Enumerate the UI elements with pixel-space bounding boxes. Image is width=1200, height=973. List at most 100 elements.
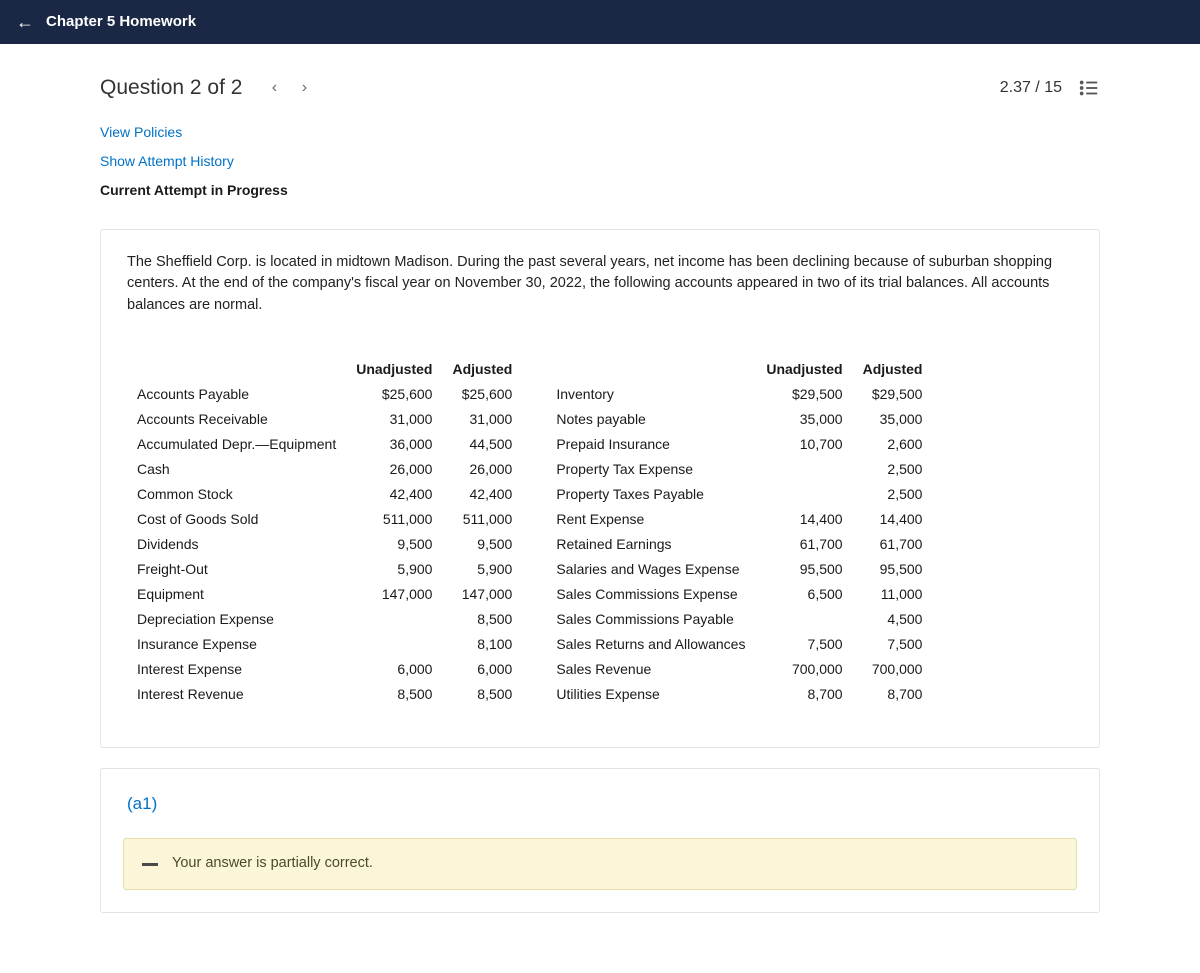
table-row: Prepaid Insurance10,7002,600 <box>546 432 932 457</box>
adjusted-value: 511,000 <box>442 507 522 532</box>
table-row: Inventory$29,500$29,500 <box>546 382 932 407</box>
account-name: Sales Commissions Expense <box>546 582 756 607</box>
question-header: Question 2 of 2 ‹ › 2.37 / 15 <box>100 68 1100 116</box>
unadjusted-value: $29,500 <box>756 382 852 407</box>
unadjusted-value: 511,000 <box>346 507 442 532</box>
unadjusted-value: 42,400 <box>346 482 442 507</box>
unadjusted-value: 6,500 <box>756 582 852 607</box>
account-name: Notes payable <box>546 407 756 432</box>
adjusted-value: 5,900 <box>442 557 522 582</box>
question-header-right: 2.37 / 15 <box>1000 76 1100 100</box>
question-list-icon[interactable] <box>1078 77 1100 99</box>
account-name: Accumulated Depr.—Equipment <box>127 432 346 457</box>
adjusted-value: 6,000 <box>442 657 522 682</box>
account-name: Property Taxes Payable <box>546 482 756 507</box>
unadjusted-value: 6,000 <box>346 657 442 682</box>
adjusted-value: 700,000 <box>853 657 933 682</box>
view-policies-link[interactable]: View Policies <box>100 118 1100 147</box>
unadjusted-value: 8,700 <box>756 682 852 707</box>
account-name: Equipment <box>127 582 346 607</box>
partial-correct-alert: Your answer is partially correct. <box>123 838 1077 890</box>
unadjusted-value <box>756 607 852 632</box>
account-name: Rent Expense <box>546 507 756 532</box>
adjusted-value: 95,500 <box>853 557 933 582</box>
unadjusted-value: 7,500 <box>756 632 852 657</box>
table-row: Cost of Goods Sold511,000511,000 <box>127 507 522 532</box>
unadjusted-value: 31,000 <box>346 407 442 432</box>
table-row: Sales Commissions Payable4,500 <box>546 607 932 632</box>
adjusted-value: 8,700 <box>853 682 933 707</box>
table-row: Sales Revenue700,000700,000 <box>546 657 932 682</box>
unadjusted-value: $25,600 <box>346 382 442 407</box>
back-arrow-icon[interactable]: ← <box>16 9 34 36</box>
alert-text: Your answer is partially correct. <box>172 853 373 875</box>
unadjusted-value: 14,400 <box>756 507 852 532</box>
table-row: Property Tax Expense 2,500 <box>546 457 932 482</box>
content: Question 2 of 2 ‹ › 2.37 / 15 View Polic… <box>100 44 1100 973</box>
adjusted-value: 2,500 <box>853 457 933 482</box>
account-name: Prepaid Insurance <box>546 432 756 457</box>
account-name: Common Stock <box>127 482 346 507</box>
accounts-table-left: Unadjusted Adjusted Accounts Payable$25,… <box>127 357 522 707</box>
adjusted-value: 4,500 <box>853 607 933 632</box>
part-card: (a1) Your answer is partially correct. <box>100 768 1100 913</box>
adjusted-value: 44,500 <box>442 432 522 457</box>
show-attempt-history-link[interactable]: Show Attempt History <box>100 147 1100 176</box>
table-row: Dividends9,5009,500 <box>127 532 522 557</box>
unadjusted-value <box>346 607 442 632</box>
unadjusted-value: 700,000 <box>756 657 852 682</box>
minus-icon <box>142 863 158 866</box>
adjusted-value: 31,000 <box>442 407 522 432</box>
next-question-button[interactable]: › <box>290 74 318 102</box>
prev-question-button[interactable]: ‹ <box>260 74 288 102</box>
unadjusted-value: 95,500 <box>756 557 852 582</box>
table-row: Interest Expense6,0006,000 <box>127 657 522 682</box>
unadjusted-value <box>756 457 852 482</box>
question-header-left: Question 2 of 2 ‹ › <box>100 72 318 104</box>
adjusted-value: 9,500 <box>442 532 522 557</box>
table-row: Sales Commissions Expense6,50011,000 <box>546 582 932 607</box>
table-row: Property Taxes Payable2,500 <box>546 482 932 507</box>
account-name: Utilities Expense <box>546 682 756 707</box>
adjusted-value: 7,500 <box>853 632 933 657</box>
table-row: Depreciation Expense 8,500 <box>127 607 522 632</box>
adjusted-value: 147,000 <box>442 582 522 607</box>
question-nav: ‹ › <box>260 74 318 102</box>
problem-card: The Sheffield Corp. is located in midtow… <box>100 229 1100 748</box>
account-name: Interest Revenue <box>127 682 346 707</box>
adjusted-value: 42,400 <box>442 482 522 507</box>
adjusted-value: 26,000 <box>442 457 522 482</box>
account-name: Inventory <box>546 382 756 407</box>
table-row: Cash26,00026,000 <box>127 457 522 482</box>
adjusted-value: 11,000 <box>853 582 933 607</box>
adjusted-value: 8,500 <box>442 607 522 632</box>
links: View Policies Show Attempt History Curre… <box>100 116 1100 229</box>
col-unadjusted: Unadjusted <box>756 357 852 382</box>
col-account <box>127 357 346 382</box>
account-name: Depreciation Expense <box>127 607 346 632</box>
assignment-title: Chapter 5 Homework <box>46 11 196 34</box>
top-bar: ← Chapter 5 Homework <box>0 0 1200 44</box>
unadjusted-value: 26,000 <box>346 457 442 482</box>
account-name: Property Tax Expense <box>546 457 756 482</box>
adjusted-value: 8,500 <box>442 682 522 707</box>
col-adjusted: Adjusted <box>442 357 522 382</box>
unadjusted-value: 147,000 <box>346 582 442 607</box>
attempt-status: Current Attempt in Progress <box>100 176 1100 219</box>
account-name: Retained Earnings <box>546 532 756 557</box>
table-row: Sales Returns and Allowances7,5007,500 <box>546 632 932 657</box>
table-row: Retained Earnings61,70061,700 <box>546 532 932 557</box>
adjusted-value: $29,500 <box>853 382 933 407</box>
table-row: Notes payable35,00035,000 <box>546 407 932 432</box>
table-row: Salaries and Wages Expense95,50095,500 <box>546 557 932 582</box>
col-account <box>546 357 756 382</box>
account-name: Accounts Payable <box>127 382 346 407</box>
unadjusted-value: 5,900 <box>346 557 442 582</box>
table-row: Accounts Payable$25,600$25,600 <box>127 382 522 407</box>
account-name: Interest Expense <box>127 657 346 682</box>
table-row: Freight-Out5,9005,900 <box>127 557 522 582</box>
account-name: Salaries and Wages Expense <box>546 557 756 582</box>
account-name: Cash <box>127 457 346 482</box>
table-row: Interest Revenue8,5008,500 <box>127 682 522 707</box>
unadjusted-value: 36,000 <box>346 432 442 457</box>
